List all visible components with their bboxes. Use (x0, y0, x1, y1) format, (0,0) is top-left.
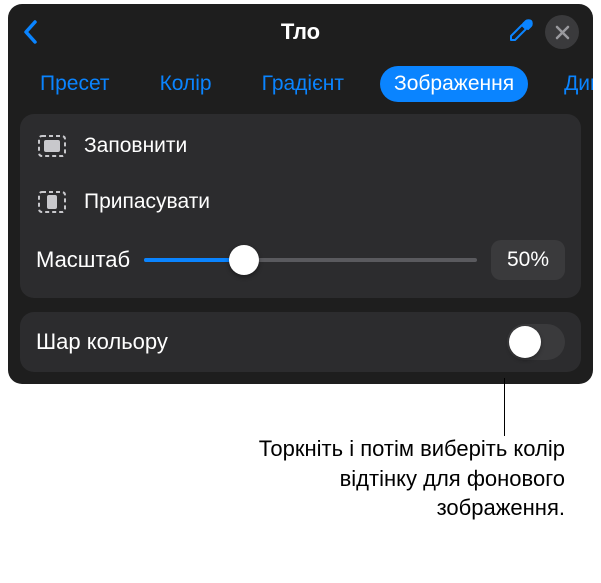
tab-preset[interactable]: Пресет (26, 66, 124, 102)
color-layer-row: Шар кольору (20, 312, 581, 372)
eyedropper-icon (507, 16, 535, 44)
tab-gradient[interactable]: Градієнт (248, 66, 358, 102)
back-button[interactable] (22, 19, 40, 45)
titlebar: Тло (8, 4, 593, 60)
option-fit-label: Припасувати (84, 190, 565, 214)
chevron-left-icon (22, 19, 40, 45)
option-fit[interactable]: Припасувати (20, 174, 581, 230)
eyedropper-button[interactable] (507, 16, 535, 49)
scale-row: Масштаб 50% (20, 230, 581, 294)
tab-dynamic[interactable]: Динамі (550, 66, 593, 102)
background-settings-panel: Тло Пресет Колір Градієнт Зображення Дин… (8, 4, 593, 384)
tab-image[interactable]: Зображення (380, 66, 528, 102)
close-button[interactable] (545, 15, 579, 49)
fill-mode-icon (36, 130, 68, 162)
scale-label: Масштаб (36, 247, 130, 273)
image-fill-options: Заповнити Припасувати Масштаб 50% (20, 114, 581, 298)
tab-color[interactable]: Колір (146, 66, 226, 102)
page-title: Тло (102, 19, 499, 45)
color-layer-label: Шар кольору (36, 329, 507, 355)
fit-mode-icon (36, 186, 68, 218)
color-layer-toggle[interactable] (507, 324, 565, 360)
close-icon (555, 25, 570, 40)
option-fill-label: Заповнити (84, 134, 565, 158)
fill-type-tabs: Пресет Колір Градієнт Зображення Динамі (8, 60, 593, 114)
option-fill[interactable]: Заповнити (20, 118, 581, 174)
slider-thumb[interactable] (229, 245, 259, 275)
callout-leader-line (504, 378, 505, 436)
scale-slider[interactable] (144, 246, 477, 274)
callout-text: Торкніть і потім виберіть колір відтінку… (225, 434, 565, 523)
scale-value[interactable]: 50% (491, 240, 565, 280)
switch-knob (509, 326, 541, 358)
